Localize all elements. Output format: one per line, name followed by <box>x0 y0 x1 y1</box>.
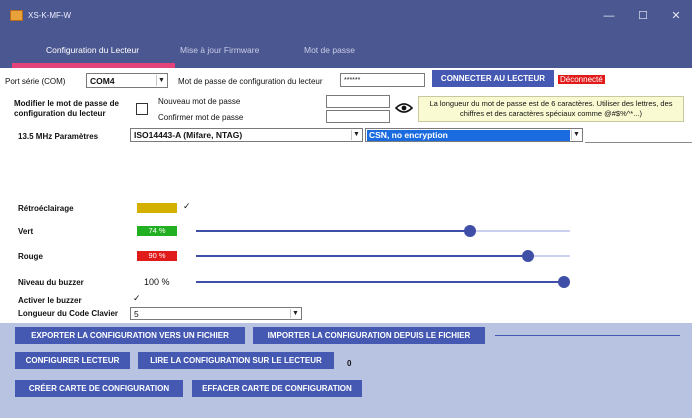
buzzer-slider[interactable] <box>196 276 570 288</box>
slider-thumb[interactable] <box>464 225 476 237</box>
keypad-length-value: 5 <box>134 309 139 319</box>
red-value-badge: 90 % <box>137 251 177 261</box>
backlight-label: Rétroéclairage <box>18 204 74 213</box>
title-bar: XS-K-MF-W — ☐ ✕ <box>0 0 692 32</box>
config-password-input[interactable]: ****** <box>340 73 425 87</box>
buzzer-level-label: Niveau du buzzer <box>18 278 84 287</box>
config-password-label: Mot de passe de configuration du lecteur <box>178 77 323 86</box>
backlight-color-swatch[interactable] <box>137 203 177 213</box>
erase-config-card-button[interactable]: EFFACER CARTE DE CONFIGURATION <box>192 380 362 397</box>
chevron-down-icon: ▼ <box>290 309 300 318</box>
port-select[interactable]: COM4 ▼ <box>86 73 168 88</box>
create-config-card-button[interactable]: CRÉER CARTE DE CONFIGURATION <box>15 380 183 397</box>
confirm-password-input[interactable] <box>326 110 390 123</box>
divider <box>495 335 680 336</box>
minimize-icon[interactable]: — <box>594 6 624 26</box>
slider-thumb[interactable] <box>522 250 534 262</box>
port-value: COM4 <box>90 76 115 86</box>
backlight-check-icon[interactable]: ✓ <box>183 202 191 211</box>
slider-fill <box>196 281 564 283</box>
green-value-badge: 74 % <box>137 226 177 236</box>
mhz-label: 13.5 MHz Paramètres <box>18 132 99 141</box>
mode-select[interactable]: CSN, no encryption ▼ <box>365 128 583 142</box>
slider-fill <box>196 255 528 257</box>
chevron-down-icon: ▼ <box>156 75 166 86</box>
new-password-label: Nouveau mot de passe <box>158 97 241 106</box>
change-password-label: Modifier le mot de passe de configuratio… <box>14 99 119 118</box>
maximize-icon[interactable]: ☐ <box>628 6 658 26</box>
import-config-button[interactable]: IMPORTER LA CONFIGURATION DEPUIS LE FICH… <box>253 327 485 344</box>
protocol-value: ISO14443-A (Mifare, NTAG) <box>134 130 243 140</box>
divider <box>585 142 692 143</box>
confirm-password-label: Confirmer mot de passe <box>158 113 244 122</box>
close-icon[interactable]: ✕ <box>661 6 691 26</box>
buzzer-check-icon[interactable]: ✓ <box>133 294 141 303</box>
connection-status-badge: Déconnecté <box>558 75 605 84</box>
green-slider[interactable] <box>196 225 570 237</box>
tab-configuration[interactable]: Configuration du Lecteur <box>46 45 139 55</box>
tab-firmware[interactable]: Mise à jour Firmware <box>180 45 259 55</box>
tab-password[interactable]: Mot de passe <box>304 45 355 55</box>
app-icon <box>10 10 23 21</box>
configure-reader-button[interactable]: CONFIGURER LECTEUR <box>15 352 130 369</box>
window-title: XS-K-MF-W <box>28 11 72 20</box>
eye-icon[interactable] <box>394 101 414 115</box>
active-tab-indicator <box>12 63 175 68</box>
new-password-input[interactable] <box>326 95 390 108</box>
keypad-length-label: Longueur du Code Clavier <box>18 309 119 318</box>
mode-value: CSN, no encryption <box>367 130 570 141</box>
read-count: 0 <box>347 359 352 368</box>
keypad-length-select[interactable]: 5 ▼ <box>130 307 302 320</box>
protocol-select[interactable]: ISO14443-A (Mifare, NTAG) ▼ <box>130 128 363 142</box>
password-info-tooltip: La longueur du mot de passe est de 6 car… <box>418 96 684 122</box>
red-slider[interactable] <box>196 250 570 262</box>
slider-fill <box>196 230 470 232</box>
export-config-button[interactable]: EXPORTER LA CONFIGURATION VERS UN FICHIE… <box>15 327 245 344</box>
red-label: Rouge <box>18 252 43 261</box>
port-label: Port série (COM) <box>5 77 66 86</box>
slider-thumb[interactable] <box>558 276 570 288</box>
buzzer-enable-label: Activer le buzzer <box>18 296 82 305</box>
chevron-down-icon: ▼ <box>571 130 581 140</box>
chevron-down-icon: ▼ <box>351 130 361 140</box>
green-label: Vert <box>18 227 34 236</box>
change-password-checkbox[interactable] <box>136 103 148 115</box>
read-config-button[interactable]: LIRE LA CONFIGURATION SUR LE LECTEUR <box>138 352 334 369</box>
buzzer-level-value: 100 % <box>144 277 170 287</box>
connect-button[interactable]: CONNECTER AU LECTEUR <box>432 70 554 87</box>
